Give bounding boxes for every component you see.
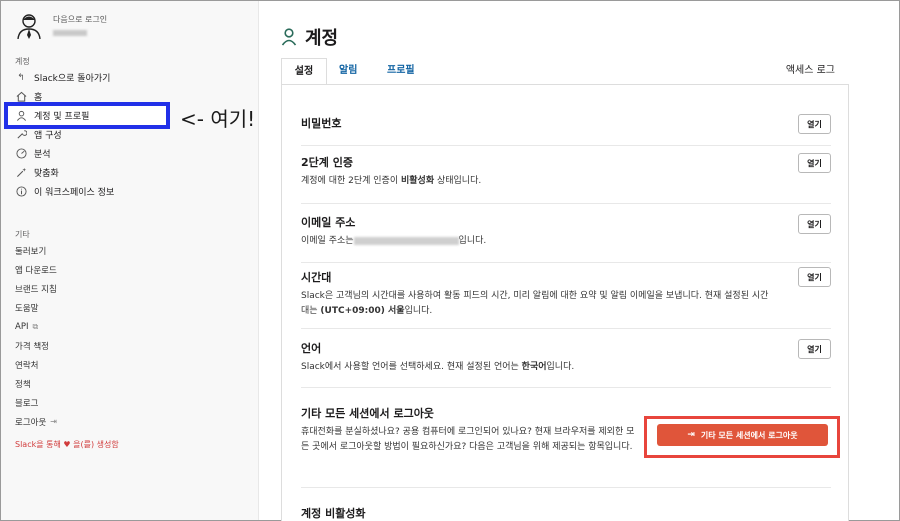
desc-bold: 비활성화: [400, 176, 435, 186]
desc-text: 입니다.: [458, 236, 487, 246]
section-title: 이메일 주소: [301, 216, 356, 229]
tab-alerts[interactable]: 알림: [339, 58, 357, 85]
sidebar-item-label: Slack으로 돌아가기: [34, 74, 111, 84]
info-icon: [15, 186, 27, 198]
other-item-contact[interactable]: 연락처: [15, 355, 255, 374]
external-link-icon: ⧉: [32, 321, 39, 331]
person-icon: [281, 28, 297, 46]
sign-out-icon: ⇥: [687, 430, 695, 440]
section-description: 이메일 주소는 입니다.: [301, 234, 771, 249]
gauge-icon: [15, 148, 27, 160]
section-description: Slack에서 사용할 언어를 선택하세요. 현재 설정된 언어는 한국어입니다…: [301, 360, 771, 375]
timezone-section: 시간대 Slack은 고객님의 시간대를 사용하여 활동 피드의 시간, 미리 …: [301, 263, 831, 329]
other-item-label: 브랜드 지침: [15, 284, 57, 295]
other-item-label: 로그아웃: [15, 417, 47, 428]
sign-out-all-sessions-button[interactable]: ⇥ 기타 모든 세션에서 로그아웃: [657, 424, 828, 446]
other-item-label: 정책: [15, 379, 31, 390]
desc-bold: (UTC+09:00) 서울: [320, 306, 405, 316]
other-item-label: 앱 다운로드: [15, 265, 57, 276]
tab-bar: 설정 알림 프로필 액세스 로그: [281, 58, 849, 85]
other-item-api[interactable]: API ⧉: [15, 317, 255, 336]
two-factor-open-button[interactable]: 열기: [798, 153, 831, 173]
other-item-policies[interactable]: 정책: [15, 374, 255, 393]
password-section: 비밀번호 열기: [301, 99, 831, 146]
section-description: 휴대전화를 분실하셨나요? 공용 컴퓨터에 로그인되어 있나요? 현재 브라우저…: [301, 427, 635, 452]
sidebar-item-workspace-info[interactable]: 이 워크스페이스 정보: [15, 182, 255, 201]
other-item-label: 둘러보기: [15, 246, 47, 257]
sign-out-icon: ⇥: [50, 417, 57, 426]
home-icon: [15, 91, 27, 103]
sidebar-item-back[interactable]: ↰ Slack으로 돌아가기: [15, 68, 255, 87]
section-title: 계정 비활성화: [301, 507, 366, 520]
person-icon: [15, 110, 27, 122]
tab-access-log[interactable]: 액세스 로그: [786, 58, 835, 85]
email-redacted: [353, 236, 459, 245]
email-section: 이메일 주소 이메일 주소는 입니다. 열기: [301, 204, 831, 263]
made-with-text: Slack을 통해 ♥ 을(를) 생성함: [15, 440, 119, 449]
tab-settings[interactable]: 설정: [281, 58, 327, 85]
wrench-icon: [15, 129, 27, 141]
desc-text: 상태입니다.: [434, 176, 482, 186]
language-open-button[interactable]: 열기: [798, 339, 831, 359]
sidebar-item-label: 맞춤화: [34, 169, 59, 179]
section-title: 언어: [301, 342, 322, 355]
back-arrow-icon: ↰: [17, 72, 25, 83]
sidebar: 다음으로 로그인 계정 ↰ Slack으로 돌아가기 홈 계정 및 프로필 앱: [1, 1, 259, 520]
magic-wand-icon: [15, 167, 27, 179]
sidebar-nav: ↰ Slack으로 돌아가기 홈 계정 및 프로필 앱 구성 분석 맞춤화 이 …: [15, 68, 255, 201]
sidebar-item-analytics[interactable]: 분석: [15, 144, 255, 163]
sidebar-item-label: 분석: [34, 150, 51, 160]
button-label: 기타 모든 세션에서 로그아웃: [700, 430, 798, 440]
desc-text: Slack에서 사용할 언어를 선택하세요. 현재 설정된 언어는: [301, 362, 522, 372]
other-item-tour[interactable]: 둘러보기: [15, 241, 255, 260]
sidebar-item-label: 이 워크스페이스 정보: [34, 188, 115, 198]
desc-text: 이메일 주소는: [301, 236, 354, 246]
page-header: 계정: [281, 24, 338, 50]
signed-in-label: 다음으로 로그인: [53, 15, 108, 24]
other-item-blog[interactable]: 블로그: [15, 393, 255, 412]
avatar: [17, 14, 41, 39]
sidebar-item-label: 홈: [34, 93, 43, 103]
section-title: 비밀번호: [301, 117, 342, 130]
other-item-brand-guidelines[interactable]: 브랜드 지침: [15, 279, 255, 298]
other-item-label: 블로그: [15, 398, 39, 409]
tab-profile[interactable]: 프로필: [387, 58, 415, 85]
annotation-text: <- 여기!: [180, 107, 256, 131]
password-open-button[interactable]: 열기: [798, 114, 831, 134]
other-item-label: 연락처: [15, 360, 39, 371]
user-name-redacted: [53, 30, 87, 36]
section-label-other: 기타: [15, 230, 30, 239]
section-title: 2단계 인증: [301, 156, 353, 169]
other-item-pricing[interactable]: 가격 책정: [15, 336, 255, 355]
desc-text: 입니다.: [546, 362, 575, 372]
user-info: 다음으로 로그인: [15, 9, 107, 41]
desc-text: 계정에 대한 2단계 인증이: [301, 176, 401, 186]
section-description: 계정에 대한 2단계 인증이 비활성화 상태입니다.: [301, 174, 771, 189]
language-section: 언어 Slack에서 사용할 언어를 선택하세요. 현재 설정된 언어는 한국어…: [301, 329, 831, 388]
two-factor-section: 2단계 인증 계정에 대한 2단계 인증이 비활성화 상태입니다. 열기: [301, 146, 831, 204]
desc-bold: 한국어: [521, 362, 547, 372]
section-description: Slack은 고객님의 시간대를 사용하여 활동 피드의 시간, 미리 알림에 …: [301, 289, 771, 319]
timezone-open-button[interactable]: 열기: [798, 267, 831, 287]
other-item-label: 도움말: [15, 303, 39, 314]
sidebar-item-customize[interactable]: 맞춤화: [15, 163, 255, 182]
sidebar-item-label: 앱 구성: [34, 131, 62, 141]
deactivate-section: 계정 비활성화: [301, 488, 831, 521]
email-open-button[interactable]: 열기: [798, 214, 831, 234]
sidebar-item-label: 계정 및 프로필: [34, 112, 90, 122]
other-item-download-apps[interactable]: 앱 다운로드: [15, 260, 255, 279]
other-nav: 둘러보기 앱 다운로드 브랜드 지침 도움말 API ⧉ 가격 책정 연락처 정책…: [15, 241, 255, 431]
section-title: 시간대: [301, 271, 332, 284]
desc-text: 입니다.: [404, 306, 433, 316]
other-item-label: 가격 책정: [15, 341, 49, 352]
other-item-sign-out[interactable]: 로그아웃 ⇥: [15, 412, 255, 431]
other-item-label: API: [15, 321, 29, 332]
section-label-account: 계정: [15, 57, 30, 66]
other-item-help[interactable]: 도움말: [15, 298, 255, 317]
page-title: 계정: [305, 28, 339, 49]
